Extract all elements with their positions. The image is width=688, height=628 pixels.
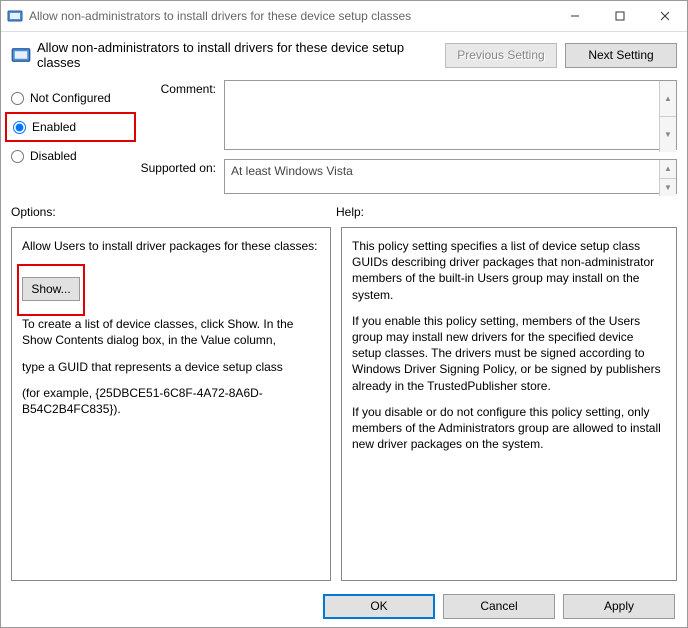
highlight-show: Show... bbox=[17, 264, 85, 316]
show-button[interactable]: Show... bbox=[22, 277, 80, 301]
scroll-up-icon[interactable]: ▲ bbox=[660, 81, 676, 117]
cancel-button[interactable]: Cancel bbox=[443, 594, 555, 619]
radio-enabled[interactable]: Enabled bbox=[13, 116, 128, 138]
options-text: (for example, {25DBCE51-6C8F-4A72-8A6D-B… bbox=[22, 385, 320, 417]
help-label: Help: bbox=[336, 205, 677, 219]
dialog-window: Allow non-administrators to install driv… bbox=[0, 0, 688, 628]
window-title: Allow non-administrators to install driv… bbox=[29, 9, 411, 23]
supported-scroll[interactable]: ▲ ▼ bbox=[659, 160, 676, 196]
scroll-up-icon[interactable]: ▲ bbox=[660, 160, 676, 179]
options-intro: Allow Users to install driver packages f… bbox=[22, 238, 320, 254]
apply-button[interactable]: Apply bbox=[563, 594, 675, 619]
configuration-area: Not Configured Enabled Disabled Comment: bbox=[1, 80, 687, 197]
next-setting-button[interactable]: Next Setting bbox=[565, 43, 677, 68]
titlebar: Allow non-administrators to install driv… bbox=[1, 1, 687, 32]
scroll-down-icon[interactable]: ▼ bbox=[660, 117, 676, 152]
panes: Allow Users to install driver packages f… bbox=[1, 223, 687, 585]
close-button[interactable] bbox=[642, 1, 687, 31]
radio-enabled-input[interactable] bbox=[13, 121, 26, 134]
comment-scroll[interactable]: ▲ ▼ bbox=[659, 81, 676, 152]
footer: OK Cancel Apply bbox=[1, 585, 687, 627]
options-text: To create a list of device classes, clic… bbox=[22, 316, 320, 348]
previous-setting-button: Previous Setting bbox=[445, 43, 557, 68]
system-buttons bbox=[552, 1, 687, 31]
options-text: type a GUID that represents a device set… bbox=[22, 359, 320, 375]
radio-not-configured[interactable]: Not Configured bbox=[11, 84, 136, 112]
help-text: This policy setting specifies a list of … bbox=[352, 238, 666, 303]
minimize-button[interactable] bbox=[552, 1, 597, 31]
comment-textarea[interactable] bbox=[224, 80, 677, 150]
radio-disabled[interactable]: Disabled bbox=[11, 142, 136, 170]
radio-label: Not Configured bbox=[30, 91, 111, 105]
options-label: Options: bbox=[11, 205, 336, 219]
options-pane: Allow Users to install driver packages f… bbox=[11, 227, 331, 581]
ok-button[interactable]: OK bbox=[323, 594, 435, 619]
policy-icon bbox=[7, 8, 23, 24]
header: Allow non-administrators to install driv… bbox=[1, 32, 687, 80]
maximize-button[interactable] bbox=[597, 1, 642, 31]
highlight-enabled: Enabled bbox=[5, 112, 136, 142]
comment-label: Comment: bbox=[136, 80, 224, 153]
radio-not-configured-input[interactable] bbox=[11, 92, 24, 105]
policy-icon bbox=[11, 45, 31, 65]
supported-on-label: Supported on: bbox=[136, 159, 224, 197]
help-text: If you disable or do not configure this … bbox=[352, 404, 666, 453]
scroll-down-icon[interactable]: ▼ bbox=[660, 179, 676, 197]
radio-disabled-input[interactable] bbox=[11, 150, 24, 163]
pane-labels: Options: Help: bbox=[1, 197, 687, 223]
radio-label: Disabled bbox=[30, 149, 77, 163]
supported-on-value: At least Windows Vista bbox=[224, 159, 677, 194]
state-radio-group: Not Configured Enabled Disabled bbox=[11, 80, 136, 197]
radio-label: Enabled bbox=[32, 120, 76, 134]
help-pane: This policy setting specifies a list of … bbox=[341, 227, 677, 581]
help-text: If you enable this policy setting, membe… bbox=[352, 313, 666, 394]
header-title: Allow non-administrators to install driv… bbox=[37, 40, 445, 70]
